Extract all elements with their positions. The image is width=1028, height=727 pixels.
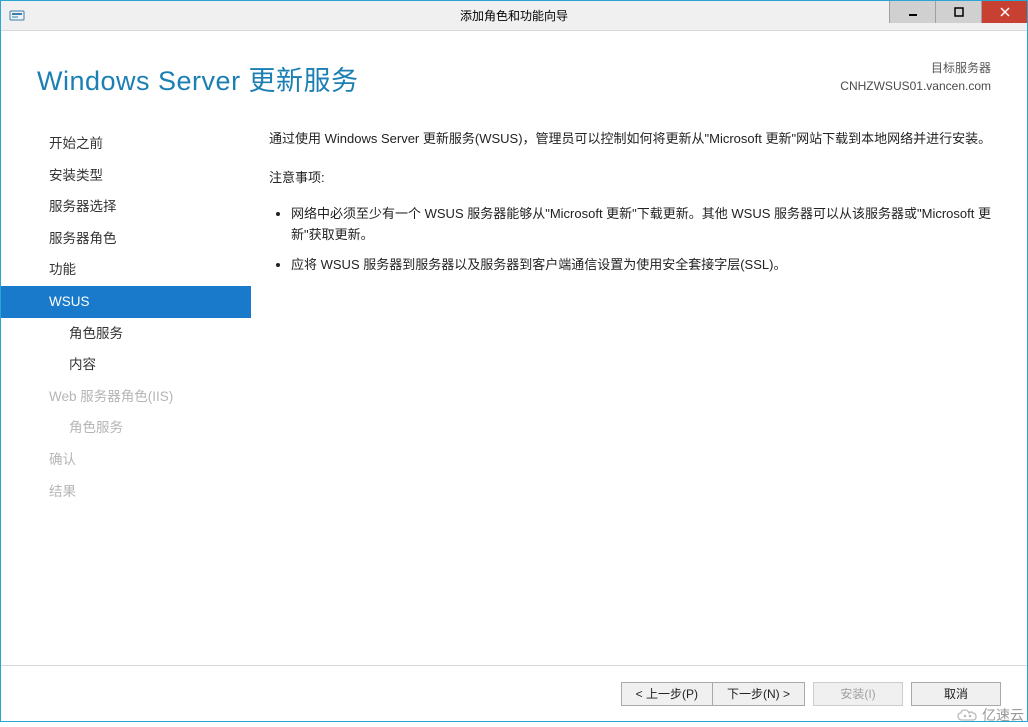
- target-server-label: 目标服务器: [840, 59, 991, 77]
- sidebar-item-2[interactable]: 服务器选择: [1, 191, 251, 223]
- content-pane: 通过使用 Windows Server 更新服务(WSUS)，管理员可以控制如何…: [251, 116, 1027, 665]
- sidebar-item-11: 结果: [1, 476, 251, 508]
- previous-button[interactable]: < 上一步(P): [621, 682, 712, 706]
- sidebar-item-10: 确认: [1, 444, 251, 476]
- sidebar-item-7[interactable]: 内容: [1, 349, 251, 381]
- header: Windows Server 更新服务 目标服务器 CNHZWSUS01.van…: [1, 31, 1027, 116]
- target-server-info: 目标服务器 CNHZWSUS01.vancen.com: [840, 59, 991, 95]
- sidebar-nav: 开始之前安装类型服务器选择服务器角色功能WSUS角色服务内容Web 服务器角色(…: [1, 116, 251, 665]
- wizard-window: 添加角色和功能向导 Windows Server 更新服务 目标服务器 CNHZ…: [0, 0, 1028, 722]
- sidebar-item-1[interactable]: 安装类型: [1, 160, 251, 192]
- target-server-name: CNHZWSUS01.vancen.com: [840, 77, 991, 95]
- titlebar: 添加角色和功能向导: [1, 1, 1027, 31]
- server-manager-icon: [9, 8, 25, 24]
- sidebar-item-9: 角色服务: [1, 412, 251, 444]
- wizard-body: 开始之前安装类型服务器选择服务器角色功能WSUS角色服务内容Web 服务器角色(…: [1, 116, 1027, 665]
- sidebar-item-4[interactable]: 功能: [1, 254, 251, 286]
- sidebar-item-5[interactable]: WSUS: [1, 286, 251, 318]
- window-controls: [889, 1, 1027, 30]
- sidebar-item-0[interactable]: 开始之前: [1, 128, 251, 160]
- notes-heading: 注意事项:: [269, 167, 993, 188]
- close-button[interactable]: [981, 1, 1027, 23]
- install-button: 安装(I): [813, 682, 903, 706]
- sidebar-item-6[interactable]: 角色服务: [1, 318, 251, 350]
- minimize-button[interactable]: [889, 1, 935, 23]
- notes-list: 网络中必须至少有一个 WSUS 服务器能够从"Microsoft 更新"下载更新…: [269, 203, 993, 275]
- nav-button-group: < 上一步(P) 下一步(N) >: [621, 682, 805, 706]
- maximize-button[interactable]: [935, 1, 981, 23]
- next-button[interactable]: 下一步(N) >: [712, 682, 805, 706]
- cancel-button[interactable]: 取消: [911, 682, 1001, 706]
- sidebar-item-3[interactable]: 服务器角色: [1, 223, 251, 255]
- cloud-icon: [956, 707, 978, 723]
- footer-buttons: < 上一步(P) 下一步(N) > 安装(I) 取消: [1, 665, 1027, 721]
- watermark: 亿速云: [956, 705, 1024, 725]
- page-title: Windows Server 更新服务: [37, 59, 359, 98]
- note-item-0: 网络中必须至少有一个 WSUS 服务器能够从"Microsoft 更新"下载更新…: [291, 203, 993, 246]
- sidebar-item-8: Web 服务器角色(IIS): [1, 381, 251, 413]
- note-item-1: 应将 WSUS 服务器到服务器以及服务器到客户端通信设置为使用安全套接字层(SS…: [291, 254, 993, 275]
- window-title: 添加角色和功能向导: [460, 7, 568, 24]
- watermark-text: 亿速云: [982, 705, 1024, 725]
- intro-text: 通过使用 Windows Server 更新服务(WSUS)，管理员可以控制如何…: [269, 128, 993, 149]
